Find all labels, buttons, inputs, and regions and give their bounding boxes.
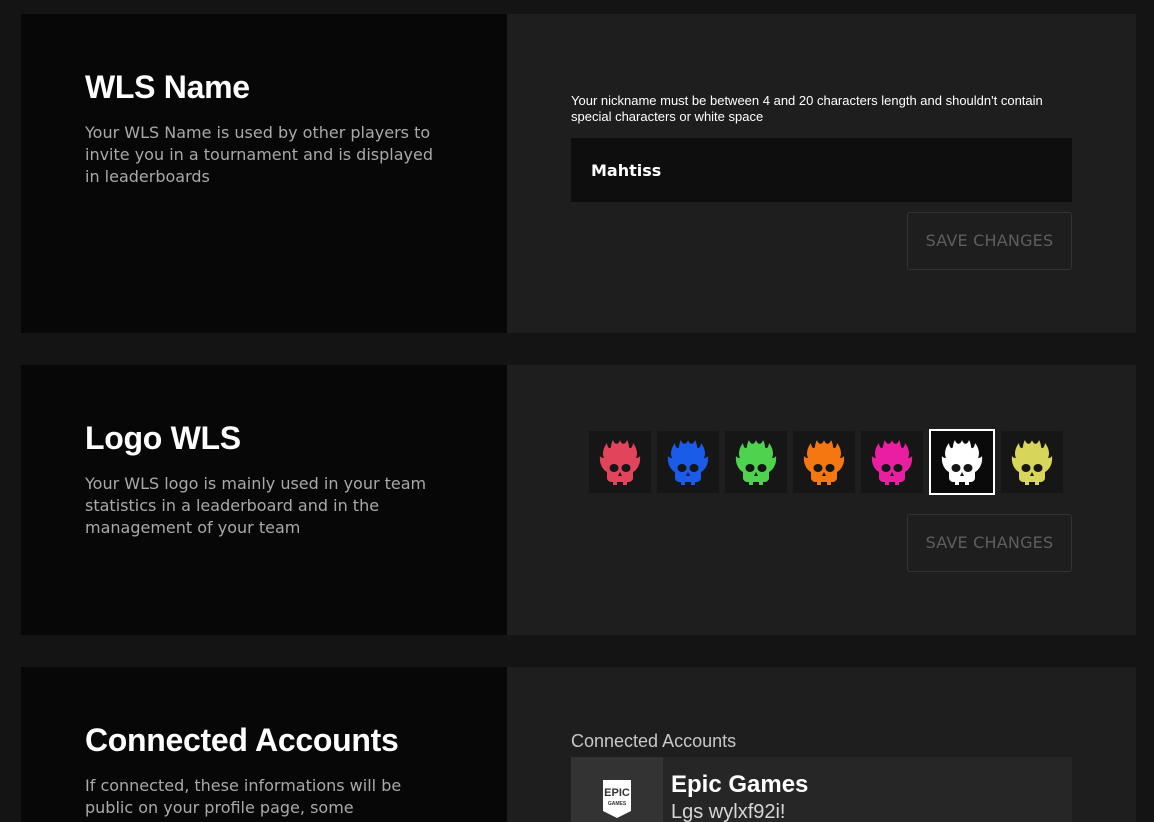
wls-name-info: WLS Name Your WLS Name is used by other … — [21, 14, 507, 333]
flaming-skull-icon — [735, 440, 777, 485]
logo-option-6[interactable] — [929, 429, 995, 495]
flaming-skull-icon — [599, 440, 641, 485]
save-logo-button[interactable]: SAVE CHANGES — [907, 514, 1072, 572]
account-id: Lgs wylxf92i! — [671, 801, 786, 822]
connected-accounts-section: Connected Accounts If connected, these i… — [21, 667, 1136, 822]
games-logo-text: GAMES — [608, 801, 627, 807]
flaming-skull-icon — [941, 440, 983, 485]
nickname-input[interactable] — [571, 138, 1072, 202]
connected-accounts-info: Connected Accounts If connected, these i… — [21, 667, 507, 822]
nickname-hint: Your nickname must be between 4 and 20 c… — [571, 93, 1043, 124]
wls-name-description: Your WLS Name is used by other players t… — [85, 123, 433, 186]
wls-name-title: WLS Name — [85, 69, 250, 105]
connected-accounts-label: Connected Accounts — [571, 731, 737, 751]
logo-option-4[interactable] — [793, 431, 855, 493]
account-name: Epic Games — [671, 771, 809, 798]
wls-name-section: WLS Name Your WLS Name is used by other … — [21, 14, 1136, 333]
logo-option-3[interactable] — [725, 431, 787, 493]
logo-wls-description: Your WLS logo is mainly used in your tea… — [85, 474, 427, 537]
flaming-skull-icon — [803, 440, 845, 485]
account-text: Epic Games Lgs wylxf92i! — [663, 757, 808, 822]
epic-logo-text: EPIC — [604, 787, 630, 799]
account-card-epic-games[interactable]: EPIC GAMES Epic Games Lgs wylxf92i! — [571, 757, 1072, 822]
wls-name-form: Your nickname must be between 4 and 20 c… — [507, 14, 1136, 333]
connected-accounts-description: If connected, these informations will be… — [85, 776, 402, 822]
epic-games-icon: EPIC GAMES — [571, 757, 663, 822]
flaming-skull-icon — [1011, 440, 1053, 485]
logo-option-5[interactable] — [861, 431, 923, 493]
save-name-button[interactable]: SAVE CHANGES — [907, 212, 1072, 270]
flaming-skull-icon — [667, 440, 709, 485]
flaming-skull-icon — [871, 440, 913, 485]
logo-picker — [589, 429, 1063, 495]
logo-wls-info: Logo WLS Your WLS logo is mainly used in… — [21, 365, 507, 635]
logo-wls-title: Logo WLS — [85, 420, 241, 456]
connected-accounts-list: Connected Accounts EPIC GAMES Epic Games… — [507, 667, 1136, 822]
logo-wls-section: Logo WLS Your WLS logo is mainly used in… — [21, 365, 1136, 635]
logo-option-1[interactable] — [589, 431, 651, 493]
logo-option-2[interactable] — [657, 431, 719, 493]
connected-accounts-title: Connected Accounts — [85, 722, 399, 758]
logo-wls-form: SAVE CHANGES — [507, 365, 1136, 635]
logo-option-7[interactable] — [1001, 431, 1063, 493]
